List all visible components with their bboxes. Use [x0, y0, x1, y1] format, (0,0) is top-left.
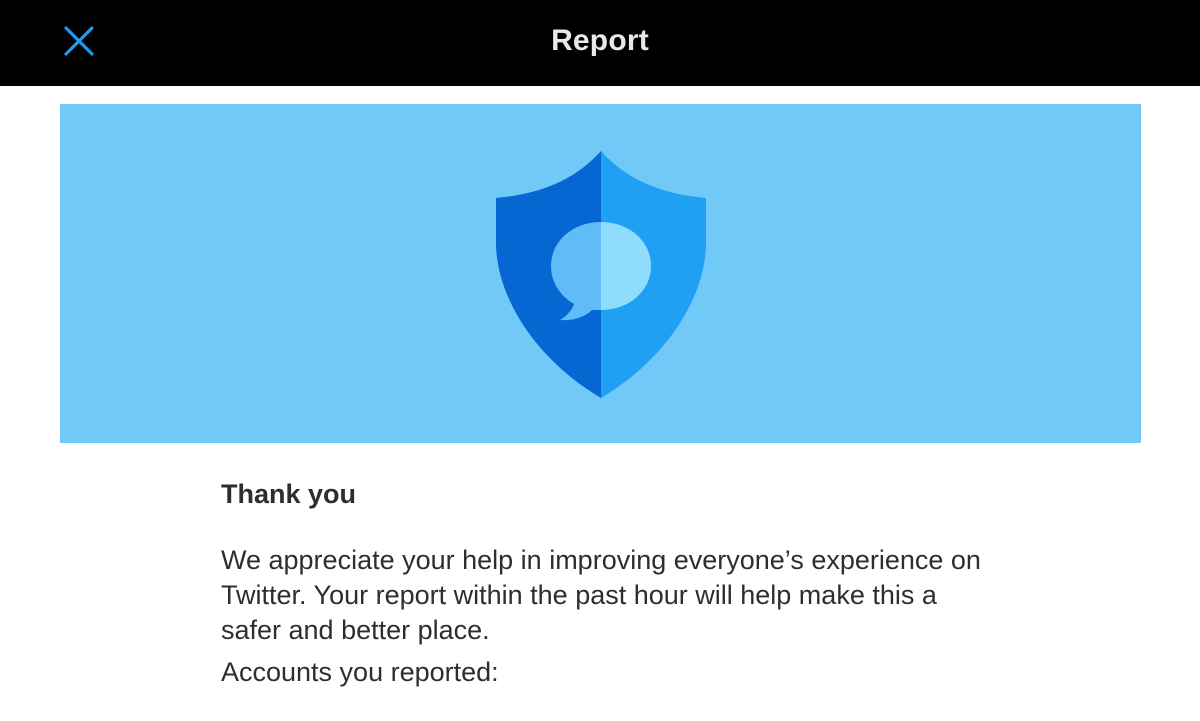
confirmation-content: Thank you We appreciate your help in imp… — [221, 472, 1041, 690]
shield-chat-icon — [496, 151, 706, 398]
close-button[interactable] — [56, 18, 102, 64]
close-icon — [64, 26, 94, 56]
report-page: Report Thank you We appreciate your help… — [0, 0, 1200, 721]
confirmation-message: We appreciate your help in improving eve… — [221, 545, 981, 645]
page-title: Report — [551, 24, 649, 57]
header-bar: Report — [0, 0, 1200, 86]
confirmation-heading: Thank you — [221, 479, 357, 509]
accounts-reported-label: Accounts you reported: — [221, 657, 499, 687]
safety-banner — [60, 104, 1141, 443]
